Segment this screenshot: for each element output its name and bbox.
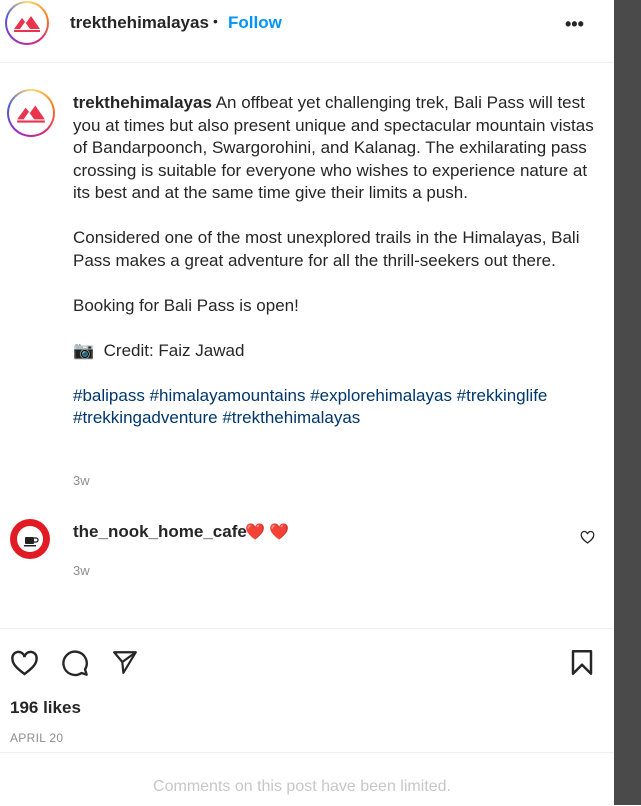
share-paper-plane-icon[interactable] (111, 649, 139, 680)
post-panel: trekthehimalayas • Follow ••• trekthehim… (0, 0, 614, 805)
more-options-icon[interactable]: ••• (565, 14, 584, 35)
author-avatar[interactable] (5, 1, 49, 45)
cafe-logo (17, 526, 43, 552)
caption-paragraph-2: Considered one of the most unexplored tr… (73, 228, 585, 270)
comments-limited-notice: Comments on this post have been limited. (153, 778, 451, 795)
caption-hashtags[interactable]: #balipass #himalayamountains #explorehim… (73, 385, 603, 430)
caption-paragraph-3: Booking for Bali Pass is open! (73, 295, 299, 315)
commenter-username[interactable]: the_nook_home_cafe (73, 522, 247, 542)
caption-paragraph-1: trekthehimalayas An offbeat yet challeng… (73, 92, 603, 205)
commenter-avatar[interactable] (10, 519, 50, 559)
window-scrollbar-rail (614, 0, 641, 805)
comment-text: ❤️ ❤️ (245, 524, 290, 541)
post-date: APRIL 20 (10, 731, 64, 745)
caption-author-logo (9, 91, 53, 135)
comment-bubble-icon[interactable] (61, 649, 89, 682)
header-separator: • (213, 13, 218, 29)
post-header: trekthehimalayas • Follow ••• (0, 0, 614, 63)
comment-timestamp[interactable]: 3w (73, 563, 90, 578)
save-bookmark-icon[interactable] (570, 649, 594, 681)
caption-username[interactable]: trekthehimalayas (73, 93, 212, 112)
author-logo (7, 3, 47, 43)
follow-button[interactable]: Follow (228, 13, 282, 33)
likes-count[interactable]: 196 likes (10, 698, 81, 718)
author-username[interactable]: trekthehimalayas (70, 13, 209, 33)
credit-text: Credit: Faiz Jawad (103, 340, 245, 360)
comment-like-heart-icon[interactable] (580, 530, 595, 549)
camera-icon: 📷 (73, 340, 95, 360)
caption-author-avatar[interactable] (7, 89, 55, 137)
post-caption: trekthehimalayas An offbeat yet challeng… (73, 92, 603, 452)
caption-credit: 📷 Credit: Faiz Jawad (73, 340, 603, 363)
comment-box: Comments on this post have been limited. (0, 752, 614, 806)
like-heart-icon[interactable] (10, 649, 39, 681)
caption-timestamp[interactable]: 3w (73, 473, 90, 488)
